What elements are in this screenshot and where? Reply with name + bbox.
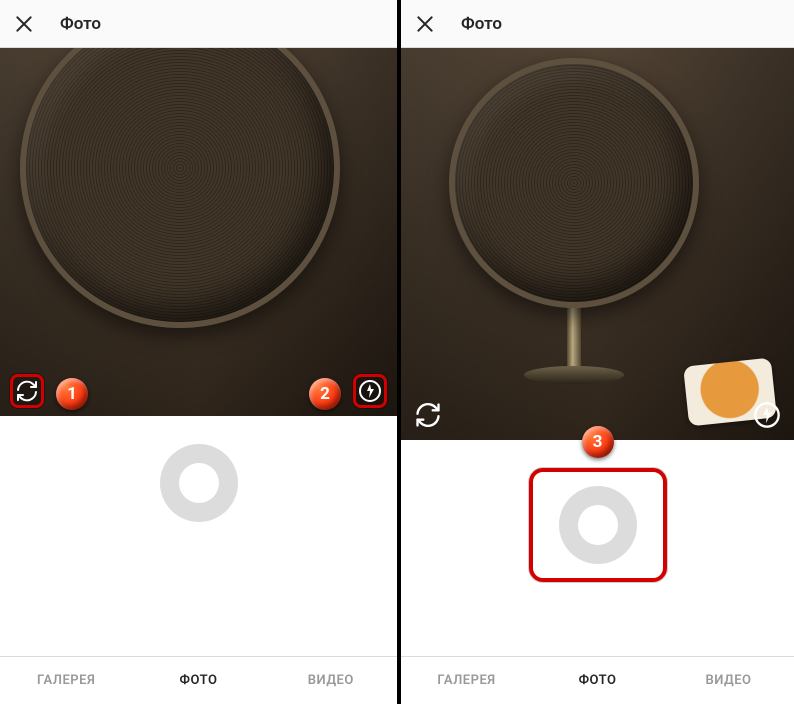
switch-camera-icon <box>414 401 442 429</box>
callout-label: 3 <box>593 432 603 452</box>
header: Фото <box>401 0 794 48</box>
tab-gallery[interactable]: ГАЛЕРЕЯ <box>0 657 132 704</box>
shutter-button[interactable] <box>559 486 637 564</box>
phone-right: Фото 3 <box>397 0 794 704</box>
tab-gallery[interactable]: ГАЛЕРЕЯ <box>401 657 532 704</box>
callout-badge-2: 2 <box>309 378 341 410</box>
header: Фото <box>0 0 397 48</box>
viewfinder-image-subject <box>449 58 699 308</box>
shutter-area: 3 <box>529 468 667 582</box>
phone-left: Фото 1 2 ГАЛЕРЕЯ <box>0 0 397 704</box>
switch-camera-icon <box>15 377 39 405</box>
camera-viewfinder[interactable]: 1 2 <box>0 48 397 416</box>
viewfinder-image-stand <box>567 303 581 373</box>
tab-photo[interactable]: ФОТО <box>132 657 264 704</box>
header-title: Фото <box>461 14 502 34</box>
shutter-button[interactable] <box>160 444 238 522</box>
bottom-panel: 3 ГАЛЕРЕЯ ФОТО ВИДЕО <box>401 440 794 704</box>
flash-button[interactable] <box>750 398 784 432</box>
flash-icon <box>358 377 382 405</box>
close-icon <box>14 14 34 34</box>
close-button[interactable] <box>413 12 437 36</box>
callout-badge-3: 3 <box>582 426 614 458</box>
callout-badge-1: 1 <box>56 378 88 410</box>
camera-viewfinder[interactable] <box>401 48 794 440</box>
highlight-box <box>529 468 667 582</box>
shutter-area <box>160 444 238 522</box>
tab-video[interactable]: ВИДЕО <box>265 657 397 704</box>
flash-button[interactable] <box>353 374 387 408</box>
callout-label: 2 <box>320 384 330 404</box>
viewfinder-image-base <box>524 366 624 384</box>
header-title: Фото <box>60 14 101 34</box>
close-button[interactable] <box>12 12 36 36</box>
callout-label: 1 <box>67 384 77 404</box>
tab-photo[interactable]: ФОТО <box>532 657 663 704</box>
mode-tabs: ГАЛЕРЕЯ ФОТО ВИДЕО <box>0 656 397 704</box>
bottom-panel: ГАЛЕРЕЯ ФОТО ВИДЕО <box>0 416 397 704</box>
switch-camera-button[interactable] <box>411 398 445 432</box>
close-icon <box>415 14 435 34</box>
flash-icon <box>753 401 781 429</box>
tab-video[interactable]: ВИДЕО <box>663 657 794 704</box>
switch-camera-button[interactable] <box>10 374 44 408</box>
mode-tabs: ГАЛЕРЕЯ ФОТО ВИДЕО <box>401 656 794 704</box>
